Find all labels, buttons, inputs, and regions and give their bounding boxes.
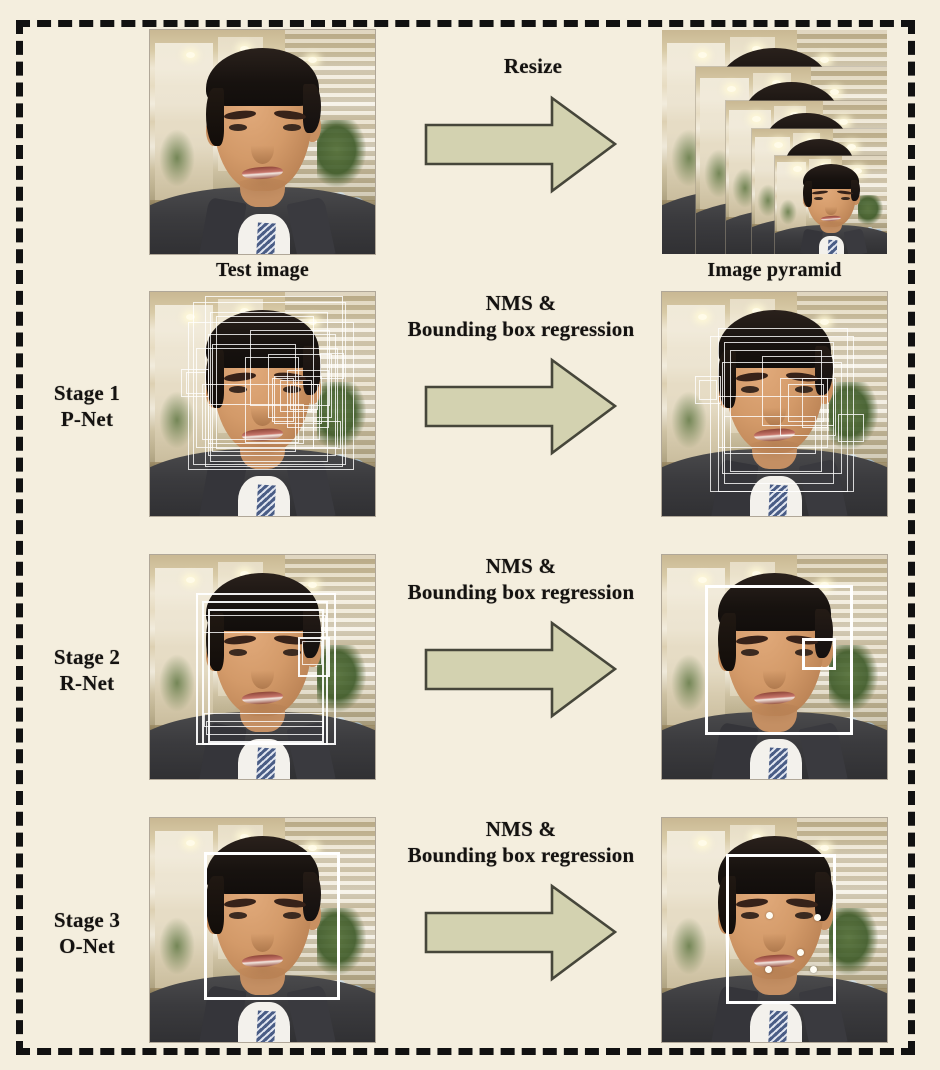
sideburn-left: [206, 88, 225, 147]
row-resize-left-caption: Test image: [216, 259, 309, 281]
bounding-box-icon: [726, 854, 836, 1004]
facial-landmark-dot-icon: [810, 966, 817, 973]
bounding-box-icon: [188, 322, 354, 470]
ceiling-lamp-icon: [307, 56, 317, 63]
stage-2-arrow-label: NMS & Bounding box regression: [407, 554, 635, 604]
eye-left: [228, 124, 247, 131]
row-resize-right-caption: Image pyramid: [707, 259, 842, 281]
bounding-box-icon: [202, 615, 326, 633]
mtcnn-pipeline-figure: Test image Resize Image pyramid Stage 1 …: [0, 0, 940, 1070]
row-resize-test-image: [150, 30, 375, 254]
bounding-box-icon: [204, 852, 340, 1000]
stage-1-arrow-label: NMS & Bounding box regression: [407, 291, 635, 341]
necktie: [255, 222, 276, 254]
row-stage-2-left-image: [150, 555, 375, 779]
bounding-box-icon: [838, 414, 864, 442]
facial-landmark-dot-icon: [814, 914, 821, 921]
row-stage-3-right-image: [662, 818, 887, 1042]
bounding-box-icon: [302, 641, 322, 665]
facial-landmark-dot-icon: [766, 912, 773, 919]
row-resize-arrow-label: Resize: [503, 54, 563, 78]
plant-right: [316, 119, 366, 187]
stage-2-label: Stage 2 R-Net: [53, 645, 121, 695]
stage-3-label: Stage 3 O-Net: [53, 908, 121, 958]
plant-left: [159, 128, 195, 187]
row-stage-1-right-image: [662, 292, 887, 516]
pyramid-layer-5: [775, 156, 887, 254]
stage-2-arrow-icon: [424, 617, 617, 722]
resize-arrow-icon: [424, 92, 617, 197]
row-resize-image-pyramid: [662, 30, 887, 254]
row-stage-3-left-image: [150, 818, 375, 1042]
portrait-scene: [150, 30, 375, 254]
eye-right: [282, 124, 301, 131]
stage-1-label: Stage 1 P-Net: [53, 381, 121, 431]
facial-landmark-dot-icon: [765, 966, 772, 973]
row-stage-1-left-image: [150, 292, 375, 516]
bounding-box-icon: [206, 721, 324, 735]
eye-bounding-box-icon: [802, 638, 836, 670]
nose: [251, 133, 274, 165]
stage-3-arrow-icon: [424, 880, 617, 985]
bounding-box-icon: [802, 378, 828, 428]
row-stage-2-right-image: [662, 555, 887, 779]
bounding-box-icon: [699, 380, 717, 400]
stage-1-arrow-icon: [424, 354, 617, 459]
bounding-box-icon: [287, 370, 329, 428]
facial-landmark-dot-icon: [797, 949, 804, 956]
chin: [231, 177, 294, 201]
stage-3-arrow-label: NMS & Bounding box regression: [407, 817, 635, 867]
